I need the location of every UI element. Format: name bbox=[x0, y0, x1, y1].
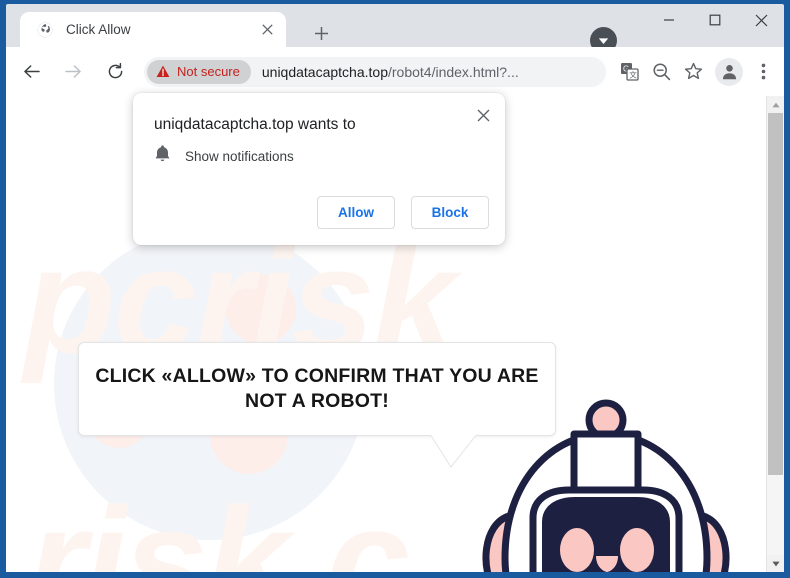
notification-permission-dialog: uniqdatacaptcha.top wants to Show notifi… bbox=[133, 93, 505, 245]
url-path: /robot4/index.html?... bbox=[387, 63, 519, 80]
close-button[interactable] bbox=[738, 4, 784, 36]
security-status-badge[interactable]: Not secure bbox=[147, 59, 251, 84]
globe-icon bbox=[36, 21, 54, 39]
dialog-close-icon[interactable] bbox=[469, 101, 497, 129]
window-controls bbox=[646, 4, 784, 47]
browser-window: Click Allow Not secure uniqdatacaptcha.t… bbox=[0, 0, 790, 578]
scroll-down-arrow-icon[interactable] bbox=[767, 555, 784, 572]
robot-cheek-right bbox=[620, 528, 654, 572]
profile-avatar-icon[interactable] bbox=[715, 57, 743, 86]
new-tab-button[interactable] bbox=[306, 18, 336, 48]
forward-button[interactable] bbox=[56, 55, 90, 89]
three-dot-menu-icon[interactable] bbox=[748, 57, 778, 87]
block-button[interactable]: Block bbox=[411, 196, 489, 229]
allow-button[interactable]: Allow bbox=[317, 196, 395, 229]
scrollbar-thumb[interactable] bbox=[768, 113, 783, 475]
address-bar[interactable]: Not secure uniqdatacaptcha.top/robot4/in… bbox=[144, 56, 606, 87]
dialog-actions: Allow Block bbox=[317, 196, 489, 229]
dialog-permission-row: Show notifications bbox=[154, 144, 294, 168]
back-button[interactable] bbox=[14, 55, 48, 89]
browser-tab[interactable]: Click Allow bbox=[20, 12, 286, 47]
dialog-title: uniqdatacaptcha.top wants to bbox=[154, 116, 356, 133]
browser-toolbar: Not secure uniqdatacaptcha.top/robot4/in… bbox=[6, 47, 784, 96]
translate-icon[interactable]: G 文 bbox=[614, 57, 644, 87]
url-domain: uniqdatacaptcha.top bbox=[261, 63, 388, 80]
tab-strip: Click Allow bbox=[6, 4, 784, 54]
warning-triangle-icon bbox=[156, 65, 170, 77]
maximize-button[interactable] bbox=[692, 4, 738, 36]
svg-text:文: 文 bbox=[629, 70, 637, 80]
watermark-bottom: risk.c bbox=[28, 476, 410, 572]
security-status-label: Not secure bbox=[177, 64, 240, 79]
dialog-permission-label: Show notifications bbox=[185, 148, 294, 164]
scroll-up-arrow-icon[interactable] bbox=[767, 96, 784, 113]
reload-button[interactable] bbox=[98, 55, 132, 89]
star-icon[interactable] bbox=[678, 57, 708, 87]
bell-icon bbox=[154, 144, 171, 168]
tab-close-icon[interactable] bbox=[254, 17, 280, 43]
zoom-out-icon[interactable] bbox=[646, 57, 676, 87]
minimize-button[interactable] bbox=[646, 4, 692, 36]
url-text[interactable]: uniqdatacaptcha.top/robot4/index.html?..… bbox=[262, 64, 606, 80]
page-scrollbar[interactable] bbox=[766, 96, 784, 572]
tab-title: Click Allow bbox=[66, 22, 131, 37]
cute-robot-illustration bbox=[482, 399, 730, 572]
robot-cheek-left bbox=[560, 528, 594, 572]
